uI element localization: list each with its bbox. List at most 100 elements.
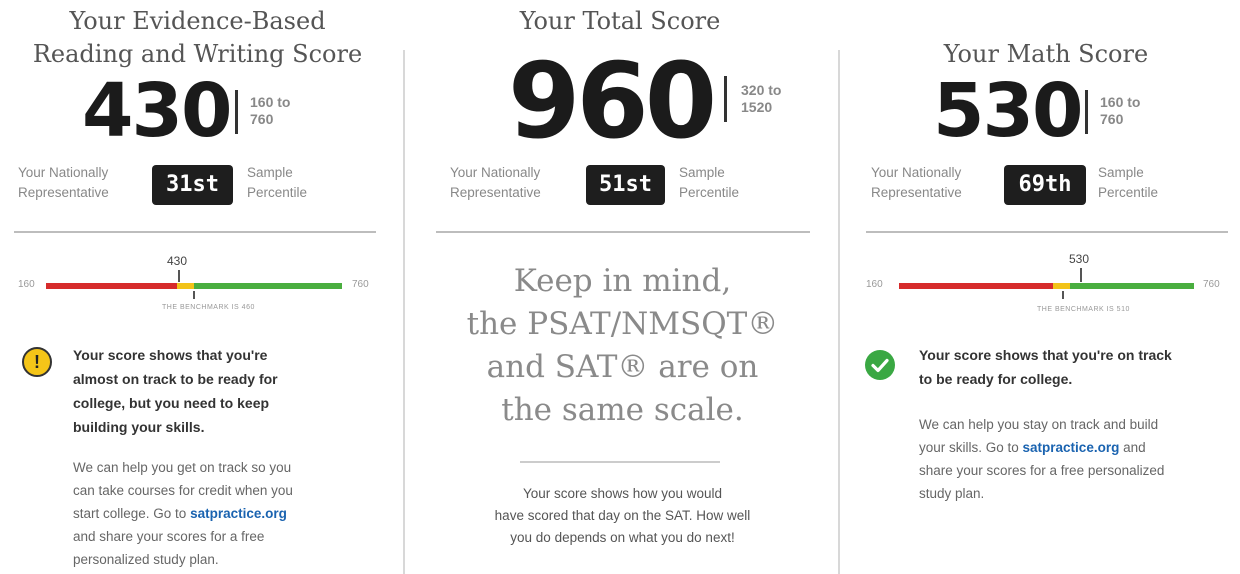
reading-score-range: 160 to 760 — [250, 94, 290, 128]
math-score-range: 160 to 760 — [1100, 94, 1140, 128]
math-status-message: Your score shows that you're on track to… — [919, 343, 1239, 391]
reading-help-line3-text: start college. Go to — [73, 506, 191, 521]
reading-marker-tick — [178, 270, 180, 282]
math-score-divider — [1085, 90, 1088, 134]
math-status-line1: Your score shows that you're on track — [919, 347, 1172, 363]
total-pctl-right-1: Sample — [679, 165, 725, 180]
reading-pctl-right-2: Percentile — [247, 185, 308, 200]
reading-heading: Your Evidence-Based Reading and Writing … — [20, 5, 375, 71]
math-help-message: We can help you stay on track and build … — [919, 413, 1239, 505]
math-pctl-right-2: Percentile — [1098, 185, 1159, 200]
reading-bar-min: 160 — [18, 279, 35, 290]
math-score: 530 — [933, 68, 1083, 154]
reading-status-line1: Your score shows that you're — [73, 347, 268, 363]
total-percentile-right-label: Sample Percentile — [679, 163, 739, 203]
reading-pctl-right-1: Sample — [247, 165, 293, 180]
reading-help-line4: and share your scores for a free — [73, 529, 265, 544]
reading-status-line3: college, but you need to keep — [73, 395, 270, 411]
reading-separator — [14, 231, 376, 233]
reading-status-line2: almost on track to be ready for — [73, 371, 278, 387]
math-pctl-left-2: Representative — [871, 185, 962, 200]
math-help-line2: your skills. Go to satpractice.org and — [919, 436, 1239, 459]
total-pctl-left-1: Your Nationally — [450, 165, 541, 180]
math-percentile-badge: 69th — [1004, 165, 1086, 205]
math-pctl-left-1: Your Nationally — [871, 165, 962, 180]
reading-help-line3: start college. Go to satpractice.org — [73, 502, 383, 525]
reading-percentile-badge: 31st — [152, 165, 233, 205]
total-percentile-badge: 51st — [586, 165, 665, 205]
same-scale-line3: and SAT® are on — [486, 349, 759, 385]
satpractice-link-math[interactable]: satpractice.org — [1023, 440, 1120, 455]
check-circle-icon — [865, 350, 895, 380]
math-benchmark-tick — [1062, 291, 1064, 299]
total-note-line3: you do depends on what you do next! — [510, 530, 735, 545]
math-range-line2: 760 — [1100, 111, 1124, 127]
left-column-divider — [403, 50, 405, 574]
total-pctl-right-2: Percentile — [679, 185, 740, 200]
reading-range-line1: 160 to — [250, 94, 291, 110]
total-range-line1: 320 to — [741, 82, 782, 98]
reading-heading-line1: Your Evidence-Based — [69, 7, 326, 35]
total-note-line1: Your score shows how you would — [522, 486, 723, 501]
reading-bar-green — [194, 283, 342, 289]
total-score-divider — [724, 76, 727, 122]
reading-percentile-left-label: Your Nationally Representative — [18, 163, 109, 203]
reading-writing-section: Your Evidence-Based Reading and Writing … — [0, 0, 400, 574]
math-help-line4: study plan. — [919, 486, 985, 501]
reading-benchmark-tick — [193, 291, 195, 299]
math-marker-tick — [1080, 268, 1082, 282]
reading-pctl-left-2: Representative — [18, 185, 109, 200]
warning-icon: ! — [22, 347, 52, 377]
reading-status-message: Your score shows that you're almost on t… — [73, 343, 373, 439]
math-bar-yellow — [1053, 283, 1070, 289]
reading-score-divider — [235, 90, 238, 134]
same-scale-line4: the same scale. — [501, 392, 744, 428]
math-percentile-left-label: Your Nationally Representative — [871, 163, 962, 203]
math-bar-max: 760 — [1203, 279, 1220, 290]
total-range-line2: 1520 — [741, 99, 773, 115]
reading-score: 430 — [82, 68, 232, 154]
reading-help-line1: We can help you get on track so you — [73, 460, 292, 475]
math-status-line2: to be ready for college. — [919, 371, 1073, 387]
right-column-divider — [838, 50, 840, 574]
math-bar-red — [899, 283, 1053, 289]
math-help-line1: We can help you stay on track and build — [919, 417, 1159, 432]
reading-help-message: We can help you get on track so you can … — [73, 456, 383, 571]
reading-bar-yellow — [177, 283, 194, 289]
total-score-range: 320 to 1520 — [741, 82, 781, 116]
math-separator — [866, 231, 1228, 233]
reading-benchmark-label: THE BENCHMARK IS 460 — [162, 304, 255, 311]
total-note-separator — [520, 461, 720, 463]
total-pctl-left-2: Representative — [450, 185, 541, 200]
math-benchmark-label: THE BENCHMARK IS 510 — [1037, 306, 1130, 313]
total-separator — [436, 231, 810, 233]
math-bar-min: 160 — [866, 279, 883, 290]
reading-marker-value: 430 — [167, 254, 188, 268]
satpractice-link[interactable]: satpractice.org — [190, 506, 287, 521]
total-score: 960 — [508, 40, 717, 162]
reading-bar-red — [46, 283, 177, 289]
math-pctl-right-1: Sample — [1098, 165, 1144, 180]
math-help-line2-end: and — [1119, 440, 1146, 455]
same-scale-line1: Keep in mind, — [513, 263, 732, 299]
math-help-line3: share your scores for a free personalize… — [919, 463, 1165, 478]
math-bar-green — [1070, 283, 1194, 289]
reading-help-line2: can take courses for credit when you — [73, 483, 293, 498]
reading-bar-max: 760 — [352, 279, 369, 290]
math-range-line1: 160 to — [1100, 94, 1141, 110]
math-marker-value: 530 — [1069, 252, 1090, 266]
total-note-line2: have scored that day on the SAT. How wel… — [494, 508, 751, 523]
reading-help-line5: personalized study plan. — [73, 552, 219, 567]
checkmark-icon — [871, 358, 889, 373]
total-heading: Your Total Score — [519, 7, 721, 35]
math-percentile-right-label: Sample Percentile — [1098, 163, 1158, 203]
reading-status-line4: building your skills. — [73, 419, 205, 435]
same-scale-message: Keep in mind, the PSAT/NMSQT® and SAT® a… — [430, 260, 815, 432]
reading-percentile-right-label: Sample Percentile — [247, 163, 307, 203]
math-section: Your Math Score 530 160 to 760 Your Nati… — [841, 0, 1240, 574]
same-scale-line2: the PSAT/NMSQT® — [466, 306, 779, 342]
reading-range-line2: 760 — [250, 111, 274, 127]
total-note: Your score shows how you would have scor… — [440, 483, 805, 549]
math-help-line2-text: your skills. Go to — [919, 440, 1023, 455]
reading-pctl-left-1: Your Nationally — [18, 165, 109, 180]
